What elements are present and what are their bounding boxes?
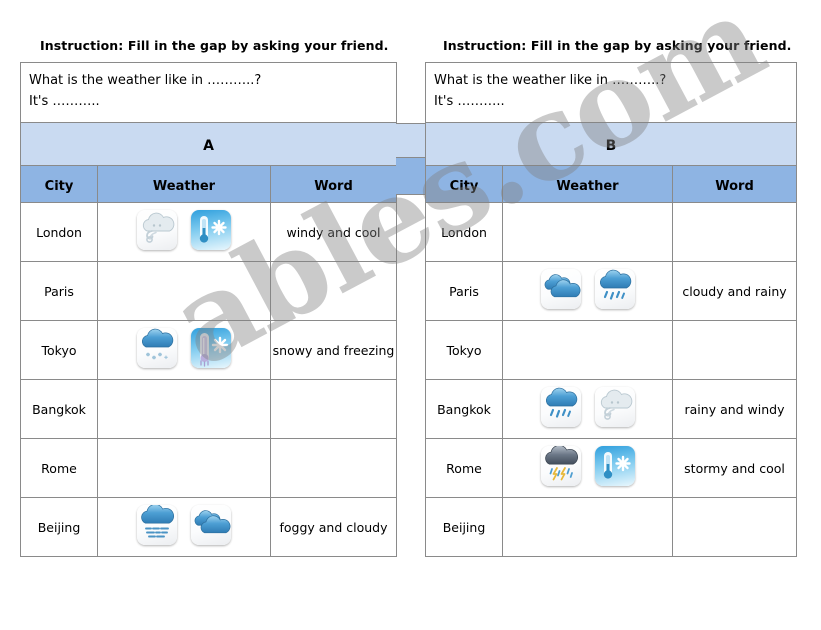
- weather-cell[interactable]: [502, 379, 673, 439]
- weather-cell[interactable]: [97, 379, 271, 439]
- word-cell[interactable]: [671, 497, 798, 557]
- table-a: What is the weather like in ………..? It's …: [19, 62, 398, 557]
- word-cell[interactable]: snowy and freezing: [269, 320, 398, 380]
- weather-cell[interactable]: [502, 497, 673, 557]
- weather-cell[interactable]: [97, 261, 271, 321]
- instruction-b: Instruction: Fill in the gap by asking y…: [443, 38, 792, 53]
- table-row: Paris cloudy and rainy: [425, 261, 798, 321]
- windy-icon: [594, 387, 635, 427]
- word-cell[interactable]: cloudy and rainy: [671, 261, 798, 321]
- city-cell: Rome: [20, 438, 98, 498]
- word-cell[interactable]: [269, 438, 398, 498]
- weather-cell[interactable]: [97, 438, 271, 498]
- city-cell: Paris: [425, 261, 503, 321]
- city-cell: Bangkok: [425, 379, 503, 439]
- question-line-1: What is the weather like in ………..?: [29, 73, 262, 89]
- weather-cell[interactable]: [502, 438, 673, 498]
- city-cell: Bangkok: [20, 379, 98, 439]
- rainy-icon: [594, 269, 635, 309]
- column-header-weather: Weather: [502, 165, 673, 203]
- city-cell: Paris: [20, 261, 98, 321]
- band-cell-a: A: [19, 122, 398, 166]
- question-cell-a: What is the weather like in ………..? It's …: [19, 62, 398, 123]
- table-row: London windy and cool: [20, 202, 398, 262]
- table-row: Paris: [20, 261, 398, 321]
- column-header-city-label: City: [449, 178, 479, 194]
- city-cell: Tokyo: [20, 320, 98, 380]
- weather-cell[interactable]: [502, 320, 673, 380]
- weather-cell[interactable]: [502, 261, 673, 321]
- worksheet-b: Instruction: Fill in the gap by asking y…: [424, 38, 798, 557]
- column-header-word: Word: [269, 165, 398, 203]
- question-row: What is the weather like in ………..? It's …: [19, 62, 398, 123]
- question-row: What is the weather like in ………..? It's …: [424, 62, 798, 123]
- column-header-city: City: [425, 165, 503, 203]
- city-cell: London: [20, 202, 98, 262]
- table-row: Rome stormy and cool: [425, 438, 798, 498]
- windy-icon: [137, 210, 177, 250]
- band-label-b: B: [605, 137, 617, 154]
- foggy-icon: [137, 505, 177, 545]
- city-cell: Tokyo: [425, 320, 503, 380]
- word-cell[interactable]: [671, 320, 798, 380]
- worksheet-a: Instruction: Fill in the gap by asking y…: [19, 38, 398, 557]
- thermometer-freezing-icon: [191, 328, 231, 368]
- worksheet-sheet: Instruction: Fill in the gap by asking y…: [0, 0, 821, 581]
- stormy-icon: [540, 446, 581, 486]
- table-row: London: [425, 202, 798, 262]
- table-row: Tokyo: [425, 320, 798, 380]
- snowy-icon: [137, 328, 177, 368]
- column-header-weather: Weather: [97, 165, 271, 203]
- question-line-2: It's ………..: [29, 93, 100, 109]
- column-header-row: City Weather Word: [20, 165, 398, 203]
- word-cell[interactable]: [671, 202, 798, 262]
- table-b: What is the weather like in ………..? It's …: [424, 62, 798, 557]
- rainy-icon: [540, 387, 581, 427]
- table-row: Beijing: [425, 497, 798, 557]
- weather-cell[interactable]: [502, 202, 673, 262]
- thermometer-cool-icon: [191, 210, 231, 250]
- table-row: Rome: [20, 438, 398, 498]
- city-cell: Rome: [425, 438, 503, 498]
- thermometer-cool-icon: [594, 446, 635, 486]
- column-header-word-label: Word: [314, 178, 353, 194]
- word-cell[interactable]: [269, 261, 398, 321]
- table-row: Tokyo snowy and freezing: [20, 320, 398, 380]
- weather-cell[interactable]: [97, 497, 271, 557]
- weather-cell[interactable]: [97, 320, 271, 380]
- weather-cell[interactable]: [97, 202, 271, 262]
- cloudy-icon: [540, 269, 581, 309]
- column-header-weather-label: Weather: [152, 178, 216, 194]
- column-header-word: Word: [671, 165, 798, 203]
- column-header-city: City: [20, 165, 98, 203]
- question-cell-b: What is the weather like in ………..? It's …: [424, 62, 798, 123]
- table-row: Beijing foggy and cloudy: [20, 497, 398, 557]
- city-cell: London: [425, 202, 503, 262]
- band-label-a: A: [203, 137, 214, 154]
- city-cell: Beijing: [425, 497, 503, 557]
- column-header-city-label: City: [44, 178, 74, 194]
- word-cell[interactable]: rainy and windy: [671, 379, 798, 439]
- word-cell[interactable]: stormy and cool: [671, 438, 798, 498]
- question-line-2: It's ………..: [434, 93, 505, 109]
- table-row: Bangkok: [20, 379, 398, 439]
- band-row: B: [424, 122, 798, 166]
- city-cell: Beijing: [20, 497, 98, 557]
- gap-strip-colhead: [396, 157, 425, 195]
- cloudy-icon: [191, 505, 231, 545]
- column-header-word-label: Word: [715, 178, 754, 194]
- column-header-row: City Weather Word: [425, 165, 798, 203]
- band-cell-b: B: [424, 122, 798, 166]
- word-cell[interactable]: [269, 379, 398, 439]
- band-row: A: [19, 122, 398, 166]
- column-header-weather-label: Weather: [556, 178, 619, 194]
- question-line-1: What is the weather like in ………..?: [434, 73, 667, 89]
- word-cell[interactable]: foggy and cloudy: [269, 497, 398, 557]
- word-cell[interactable]: windy and cool: [269, 202, 398, 262]
- instruction-a: Instruction: Fill in the gap by asking y…: [40, 38, 389, 53]
- table-row: Bangkok rainy and windy: [425, 379, 798, 439]
